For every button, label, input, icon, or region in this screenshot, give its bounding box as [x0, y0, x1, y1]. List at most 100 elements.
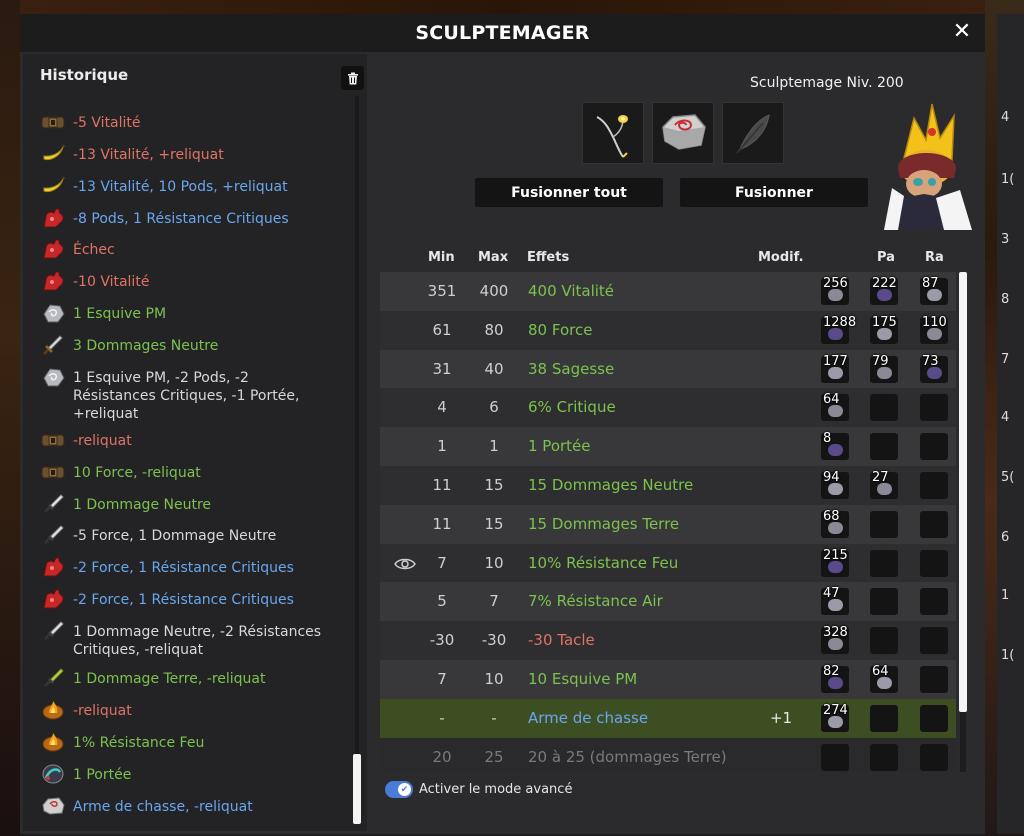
effect-row[interactable]: 31 40 38 Sagesse 177 79 73	[380, 349, 956, 389]
rune-quantity: 73	[922, 353, 939, 369]
ra-rune-slot[interactable]: 87	[920, 276, 948, 305]
rune-slot[interactable]: 177	[821, 354, 849, 383]
ra-rune-slot[interactable]	[920, 394, 948, 422]
history-scroll-track[interactable]	[355, 96, 359, 816]
effect-modif	[756, 544, 806, 583]
rune-slot[interactable]: 8	[821, 431, 849, 461]
rune-slot[interactable]: 215	[821, 548, 849, 577]
history-title: Historique	[40, 66, 129, 84]
effect-row[interactable]: 11 15 15 Dommages Terre 68	[380, 504, 956, 544]
history-item: 1 Dommage Neutre, -2 Résistances Critiqu…	[40, 621, 335, 659]
ra-rune-slot[interactable]	[920, 510, 948, 538]
ra-rune-slot[interactable]	[920, 704, 948, 732]
green-dagger-icon	[40, 667, 66, 689]
pa-rune-slot[interactable]: 64	[870, 664, 898, 693]
ra-rune-slot[interactable]	[920, 627, 948, 655]
history-item-label: 1 Esquive PM	[73, 306, 167, 322]
ra-rune-slot[interactable]	[920, 472, 948, 499]
pa-rune-slot[interactable]	[870, 394, 898, 422]
rune-slot[interactable]: 274	[821, 702, 849, 732]
pa-rune-slot[interactable]	[870, 627, 898, 655]
item-slot[interactable]	[582, 102, 644, 164]
trash-icon[interactable]	[341, 66, 364, 90]
belt-icon	[40, 461, 66, 483]
rune-slot[interactable]: 82	[821, 664, 849, 693]
pa-rune-slot[interactable]: 175	[870, 314, 898, 344]
effect-label: 15 Dommages Terre	[528, 514, 680, 533]
pa-rune-slot[interactable]	[870, 743, 898, 771]
effect-label: 1 Portée	[528, 437, 591, 456]
pa-rune-slot[interactable]	[870, 588, 898, 616]
effect-max: 1	[489, 437, 499, 456]
rune-quantity: 175	[872, 314, 897, 330]
empty-slot[interactable]	[722, 102, 784, 164]
effect-row[interactable]: - - Arme de chasse +1 274	[380, 698, 956, 738]
effect-row[interactable]: 351 400 400 Vitalité 256 222 87	[380, 272, 956, 311]
rune-slot[interactable]	[821, 743, 849, 771]
effect-min: 61	[432, 320, 452, 339]
history-scrollbar[interactable]	[353, 754, 361, 824]
ra-rune-slot[interactable]: 110	[920, 315, 948, 344]
ra-rune-slot[interactable]: 73	[920, 353, 948, 383]
rune-slot[interactable]: 1288	[821, 315, 856, 344]
history-item-label: -reliquat	[73, 433, 132, 449]
history-item: 1 Dommage Terre, -reliquat	[40, 667, 335, 689]
effect-row[interactable]: 7 10 10% Résistance Feu 215	[380, 543, 956, 583]
rune-slot[interactable]: 256	[821, 276, 849, 305]
advanced-mode-toggle[interactable]: ✔	[385, 781, 413, 798]
banana-icon	[40, 143, 66, 165]
table-scrollbar[interactable]	[959, 272, 967, 712]
effect-min: 351	[427, 282, 457, 300]
effect-row[interactable]: 1 1 1 Portée 8	[380, 427, 956, 467]
belt-icon	[40, 429, 66, 451]
red-glove-icon	[40, 588, 66, 610]
pa-rune-slot[interactable]	[870, 704, 898, 732]
rune-slot[interactable]: 47	[821, 586, 849, 616]
rune-slot[interactable]: 68	[821, 509, 849, 538]
history-item: -10 Vitalité	[40, 270, 335, 292]
pa-rune-slot[interactable]: 79	[870, 354, 898, 383]
banana-icon	[40, 175, 66, 197]
effect-row[interactable]: 7 10 10 Esquive PM 82 64	[380, 660, 956, 699]
fuse-all-button[interactable]: Fusionner tout	[475, 178, 663, 207]
pa-rune-slot[interactable]	[870, 510, 898, 538]
history-item: 1 Dommage Neutre	[40, 494, 335, 515]
pa-rune-slot[interactable]	[870, 433, 898, 461]
effect-row[interactable]: 4 6 6% Critique 64	[380, 388, 956, 428]
rune-slot[interactable]: 64	[821, 392, 849, 422]
effect-label: 7% Résistance Air	[528, 592, 663, 611]
rune-slot[interactable]: 328	[821, 625, 849, 655]
history-item-label: -2 Force, 1 Résistance Critiques	[73, 592, 294, 608]
effect-label: 6% Critique	[528, 398, 616, 417]
rune-quantity: 274	[823, 702, 848, 718]
history-item: 3 Dommages Neutre	[40, 335, 335, 356]
close-icon[interactable]: ✕	[951, 21, 973, 43]
pa-rune-slot[interactable]: 222	[870, 276, 898, 305]
rune-quantity: 94	[823, 470, 840, 485]
hunting-stone-icon	[40, 795, 66, 817]
effect-row[interactable]: 61 80 80 Force 1288 175 110	[380, 310, 956, 350]
ra-rune-slot[interactable]	[920, 588, 948, 616]
ra-rune-slot[interactable]	[920, 433, 948, 461]
eye-icon[interactable]	[394, 557, 416, 571]
red-glove-icon	[40, 270, 66, 292]
effect-row[interactable]: -30 -30 -30 Tacle 328	[380, 621, 956, 661]
effect-modif	[756, 505, 806, 544]
effect-row[interactable]: 11 15 15 Dommages Neutre 94 27	[380, 466, 956, 505]
effect-min: 5	[437, 592, 447, 611]
history-item-label: 1 Portée	[73, 767, 132, 783]
sculptemager-window: SCULPTEMAGER ✕ Historique -5 Vitalité -13…	[20, 14, 985, 834]
pa-rune-slot[interactable]: 27	[870, 470, 898, 499]
effect-row[interactable]: 20 25 20 à 25 (dommages Terre)	[380, 737, 956, 772]
ra-rune-slot[interactable]	[920, 743, 948, 771]
ra-rune-slot[interactable]	[920, 666, 948, 693]
rune-slot[interactable]: 94	[821, 470, 849, 499]
history-item-label: -10 Vitalité	[73, 274, 150, 290]
effect-row[interactable]: 5 7 7% Résistance Air 47	[380, 582, 956, 622]
rune-slot[interactable]	[652, 102, 714, 164]
history-item: -2 Force, 1 Résistance Critiques	[40, 588, 335, 610]
pa-rune-slot[interactable]	[870, 549, 898, 577]
history-item-label: 3 Dommages Neutre	[73, 338, 219, 354]
ra-rune-slot[interactable]	[920, 549, 948, 577]
fuse-button[interactable]: Fusionner	[680, 178, 868, 207]
